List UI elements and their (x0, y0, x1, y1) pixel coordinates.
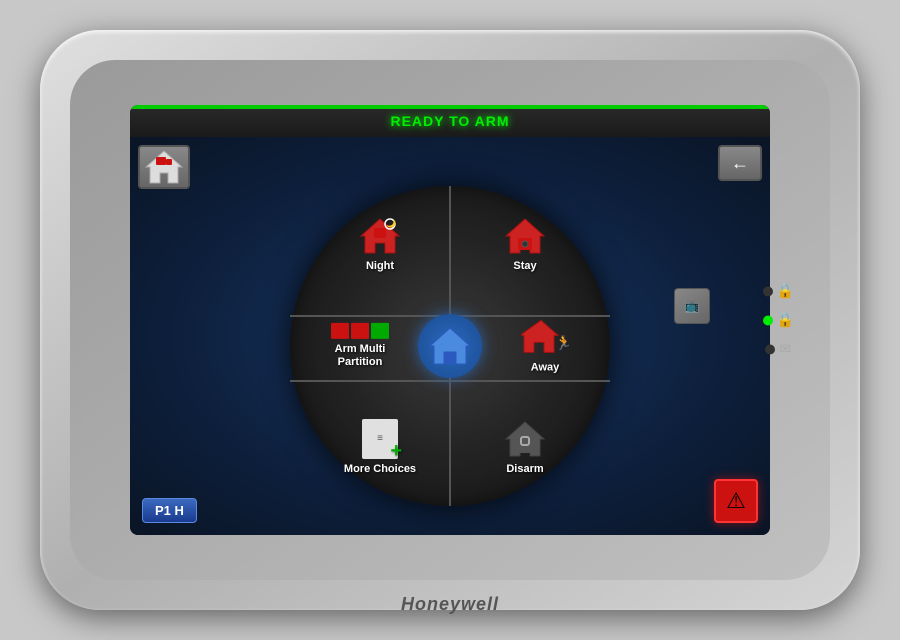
multi-partition-icons (331, 323, 389, 339)
status-bar: READY TO ARM (130, 105, 770, 137)
alert-button[interactable]: ⚠ (714, 479, 758, 523)
stay-label: Stay (513, 260, 536, 273)
partition-icon-2 (351, 323, 369, 339)
center-house-svg (428, 326, 472, 366)
partition-label: P1 H (155, 503, 184, 518)
media-icon-box[interactable]: 📺 (674, 288, 710, 324)
arm-multi-label: Arm MultiPartition (335, 343, 386, 369)
disarm-house-icon (503, 419, 547, 459)
led-2 (763, 315, 773, 325)
night-house-icon: 🌙 (358, 216, 402, 256)
svg-text:🏃: 🏃 (555, 334, 569, 350)
hardware-indicators: 🔒 🔒 ✉ (763, 283, 794, 358)
night-label: Night (366, 260, 394, 273)
stay-house-icon (503, 216, 547, 256)
led-3 (765, 344, 775, 354)
away-house-icon: 🏃 (521, 317, 569, 357)
back-arrow-icon: ← (731, 153, 749, 174)
circular-menu: 🌙 Night Stay (290, 186, 610, 506)
arm-multi-segment[interactable]: Arm MultiPartition (300, 323, 420, 369)
home-icon-button[interactable] (138, 145, 190, 189)
brand-logo: Honeywell (401, 594, 499, 615)
lock-icon-1: 🔒 (777, 283, 794, 300)
screen: READY TO ARM ← (130, 105, 770, 535)
away-segment[interactable]: 🏃 Away (490, 317, 600, 374)
partition-icon-1 (331, 323, 349, 339)
partition-indicator: P1 H (142, 498, 197, 523)
back-button[interactable]: ← (718, 145, 762, 181)
more-choices-segment[interactable]: ≡ + More Choices (320, 419, 440, 476)
document-icon: ≡ + (362, 419, 398, 459)
device-outer: READY TO ARM ← (40, 30, 860, 610)
svg-text:🌙: 🌙 (386, 218, 396, 228)
away-label: Away (531, 361, 560, 374)
envelope-icon: ✉ (779, 341, 791, 358)
screen-content: ← (130, 137, 770, 535)
plus-icon: + (390, 440, 402, 463)
night-segment[interactable]: 🌙 Night (320, 216, 440, 273)
indicator-3: ✉ (765, 341, 791, 358)
media-icon: 📺 (685, 299, 700, 313)
warning-icon: ⚠ (726, 488, 746, 514)
disarm-label: Disarm (506, 463, 543, 476)
indicator-1: 🔒 (763, 283, 794, 300)
device-inner: READY TO ARM ← (70, 60, 830, 580)
partition-icon-3 (371, 323, 389, 339)
stay-segment[interactable]: Stay (470, 216, 580, 273)
led-1 (763, 286, 773, 296)
indicator-2: 🔒 (763, 312, 794, 329)
ready-to-arm-text: READY TO ARM (390, 113, 509, 129)
more-choices-label: More Choices (344, 463, 416, 476)
lock-icon-2: 🔒 (777, 312, 794, 329)
disarm-segment[interactable]: Disarm (470, 419, 580, 476)
house-icon (144, 149, 184, 185)
status-bar-green-stripe (130, 105, 770, 109)
center-home-icon[interactable] (418, 314, 482, 378)
